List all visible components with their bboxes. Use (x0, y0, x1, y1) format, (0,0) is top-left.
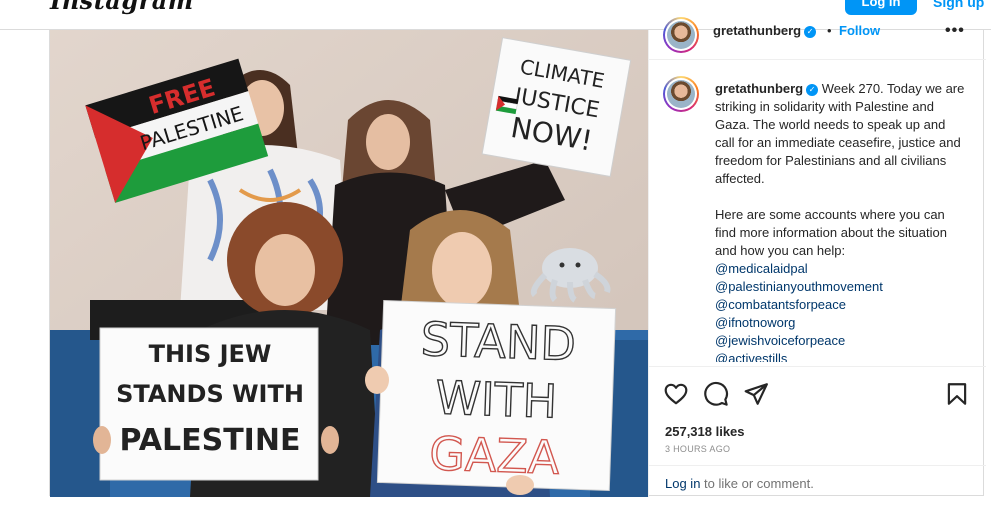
stand-with-gaza-sign: STAND WITH GAZA (376, 300, 617, 492)
caption-username[interactable]: gretathunberg (715, 81, 803, 96)
mention-link[interactable]: @activestills (715, 350, 965, 362)
this-jew-stands-sign: THIS JEW STANDS WITH PALESTINE (99, 327, 319, 481)
signup-link[interactable]: Sign up (933, 0, 984, 10)
comment-icon[interactable] (703, 381, 729, 407)
mention-link[interactable]: @palestinianyouthmovement (715, 278, 965, 296)
caption-avatar[interactable] (663, 76, 699, 112)
login-prompt-text: to like or comment. (700, 476, 814, 491)
header-username[interactable]: gretathunberg ✓ (713, 23, 817, 38)
mention-link[interactable]: @medicalaidpal (715, 260, 965, 278)
caption-paragraph-1: gretathunberg ✓ Week 270. Today we are st… (715, 80, 965, 188)
share-icon[interactable] (743, 381, 769, 407)
sign3-line2: STANDS WITH (116, 380, 304, 408)
more-options-icon[interactable]: ••• (945, 22, 965, 40)
likes-count[interactable]: 257,318 likes (665, 424, 745, 439)
climate-justice-sign: CLIMATE JUSTICE NOW! (481, 37, 632, 178)
caption-verified-badge-icon: ✓ (806, 84, 819, 96)
login-button[interactable]: Log in (845, 0, 917, 15)
sign3-line3: PALESTINE (120, 423, 301, 458)
sign4-line1: STAND (420, 312, 577, 371)
actions-bar: 257,318 likes 3 HOURS AGO Log in to like… (649, 366, 986, 497)
caption: gretathunberg ✓ Week 270. Today we are st… (715, 80, 965, 362)
sign4-line3: GAZA (428, 426, 560, 485)
post-photo[interactable]: FREE PALESTINE CLIMATE JUSTICE NOW! THIS… (50, 30, 648, 497)
post-sidebar: gretathunberg ✓ • Follow ••• gretathunber… (648, 17, 986, 497)
bookmark-icon[interactable] (944, 381, 970, 407)
follow-button[interactable]: Follow (839, 23, 880, 38)
mention-link[interactable]: @combatantsforpeace (715, 296, 965, 314)
caption-text-1: Week 270. Today we are striking in solid… (715, 81, 965, 186)
mention-link[interactable]: @ifnotnoworg (715, 314, 965, 332)
post-timestamp[interactable]: 3 HOURS AGO (665, 444, 730, 454)
post-card: FREE PALESTINE CLIMATE JUSTICE NOW! THIS… (49, 17, 986, 497)
photo-illustration: FREE PALESTINE CLIMATE JUSTICE NOW! THIS… (50, 30, 648, 497)
instagram-logo[interactable]: Instagram (50, 0, 194, 15)
caption-paragraph-2: Here are some accounts where you can fin… (715, 207, 947, 258)
header-username-text[interactable]: gretathunberg (713, 23, 801, 38)
sign3-line1: THIS JEW (149, 340, 272, 368)
sign4-line2: WITH (435, 370, 559, 428)
post-header: gretathunberg ✓ • Follow ••• (649, 17, 986, 60)
login-link[interactable]: Log in (665, 476, 700, 491)
avatar[interactable] (663, 17, 699, 53)
separator-dot: • (827, 23, 832, 38)
login-prompt: Log in to like or comment. (649, 465, 986, 498)
mention-link[interactable]: @jewishvoiceforpeace (715, 332, 965, 350)
heart-icon[interactable] (663, 381, 689, 407)
verified-badge-icon: ✓ (804, 26, 817, 38)
